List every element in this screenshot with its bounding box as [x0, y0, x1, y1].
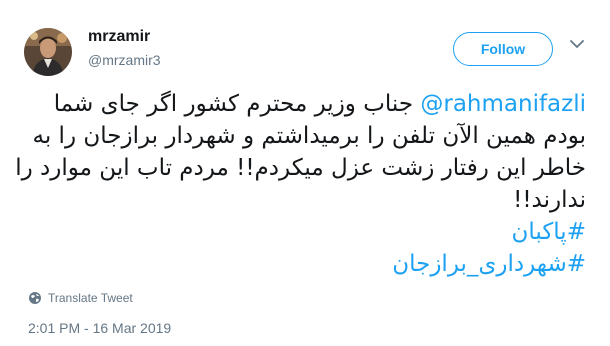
mention-link[interactable]: @rahmanifazli — [420, 91, 586, 117]
tweet-line-1-text: جناب وزیر محترم کشور اگر جای شما — [53, 91, 421, 117]
tweet-options-button[interactable] — [568, 40, 586, 54]
tweet-line-2: بودم همین الآن تلفن را برمیداشتم و شهردا… — [32, 123, 586, 149]
translate-label: Translate Tweet — [48, 291, 133, 305]
display-name[interactable]: mrzamir — [88, 28, 150, 46]
hashtag-link-1[interactable]: #پاکبان — [26, 216, 586, 248]
tweet-timestamp[interactable]: 2:01 PM - 16 Mar 2019 — [28, 320, 171, 336]
follow-button[interactable]: Follow — [453, 32, 553, 66]
tweet-text: @rahmanifazli جناب وزیر محترم کشور اگر ج… — [15, 88, 586, 280]
chevron-down-icon — [570, 40, 584, 48]
tweet-card: mrzamir @mrzamir3 Follow @rahmanifazli ج… — [0, 0, 610, 346]
hashtag-link-2[interactable]: #شهرداری_برازجان — [26, 248, 586, 280]
tweet-line-4: ندارند!! — [513, 187, 586, 213]
avatar-image — [24, 28, 72, 76]
avatar[interactable] — [24, 28, 72, 76]
user-handle[interactable]: @mrzamir3 — [88, 52, 161, 68]
globe-icon — [29, 292, 41, 304]
translate-tweet-link[interactable]: Translate Tweet — [28, 291, 133, 305]
tweet-line-3: خاطر این رفتار زشت عزل میکردم!! مردم تاب… — [15, 155, 586, 181]
tweet-line-1: @rahmanifazli جناب وزیر محترم کشور اگر ج… — [26, 88, 586, 120]
